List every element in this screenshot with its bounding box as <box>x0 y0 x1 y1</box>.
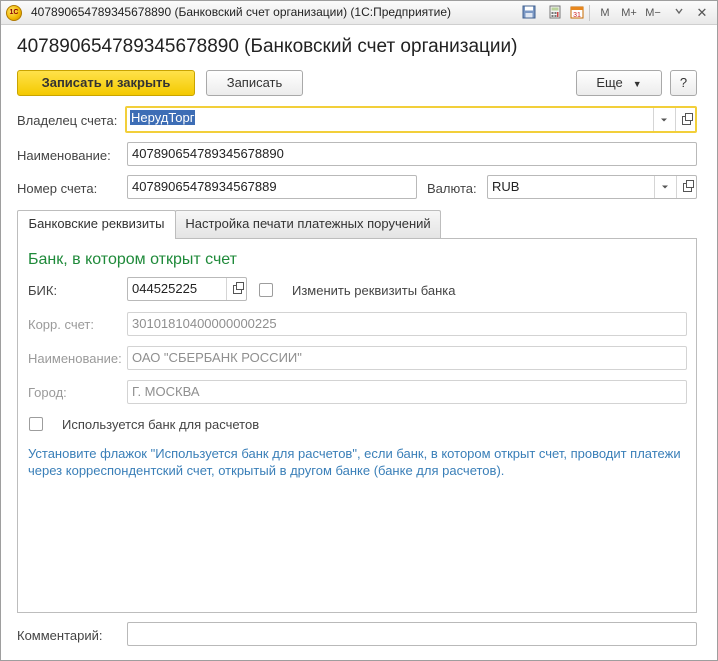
m-plus-icon[interactable]: M+ <box>619 5 639 21</box>
name-input[interactable]: 40789065478934567889­0 <box>127 142 697 166</box>
save-button[interactable]: Записать <box>206 70 303 96</box>
owner-value: НерудТорг <box>130 110 196 125</box>
open-icon <box>233 282 244 294</box>
window-title: 40789065478934567889­0 (Банковский счет … <box>31 5 452 19</box>
save-and-close-button[interactable]: Записать и закрыть <box>17 70 195 96</box>
triangle-down-icon: ▼ <box>632 78 642 89</box>
calendar-icon[interactable]: 31 <box>569 5 585 21</box>
toolbar-separator <box>589 5 590 21</box>
open-button[interactable] <box>675 108 695 131</box>
title-bar: 1С 40789065478934567889­0 (Банковский сч… <box>1 1 717 25</box>
corr-account-label: Корр. счет: <box>28 317 94 332</box>
help-button[interactable]: ? <box>670 70 697 96</box>
svg-text:31: 31 <box>573 12 581 19</box>
bik-value: 044525225 <box>132 281 198 296</box>
comment-input[interactable] <box>127 622 697 646</box>
change-bank-details-label: Изменить реквизиты банка <box>292 283 456 298</box>
owner-label: Владелец счета: <box>17 113 118 128</box>
m-minus-icon[interactable]: M− <box>643 5 663 21</box>
bik-label: БИК: <box>28 283 58 298</box>
change-bank-details-checkbox[interactable] <box>259 283 273 297</box>
currency-value: RUB <box>492 179 520 194</box>
city-input: Г. МОСКВА <box>127 380 687 404</box>
open-icon <box>682 113 693 125</box>
open-button[interactable] <box>226 278 246 300</box>
name-label: Наименование: <box>17 148 111 163</box>
open-icon <box>683 180 694 192</box>
settlement-bank-label: Используется банк для расчетов <box>62 417 260 432</box>
save-icon[interactable] <box>521 5 537 21</box>
hint-text: Установите флажок "Используется банк для… <box>28 446 681 478</box>
bank-name-input: ОАО "СБЕРБАНК РОССИИ" <box>127 346 687 370</box>
comment-label: Комментарий: <box>17 628 103 643</box>
owner-input[interactable]: НерудТорг <box>125 106 697 133</box>
dropdown-button[interactable] <box>654 176 674 198</box>
app-logo-icon: 1С <box>6 5 22 21</box>
account-number-label: Номер счета: <box>17 181 98 196</box>
corr-account-input: 30101810400000000225 <box>127 312 687 336</box>
currency-input[interactable]: RUB <box>487 175 697 199</box>
bank-name-label: Наименование: <box>28 351 122 366</box>
app-logo-text: 1С <box>9 9 19 16</box>
chevron-down-icon[interactable] <box>671 5 687 21</box>
more-button[interactable]: Еще ▼ <box>576 70 662 96</box>
close-icon[interactable]: ✕ <box>693 5 711 21</box>
open-button[interactable] <box>676 176 696 198</box>
more-button-label: Еще <box>596 75 623 90</box>
m-icon[interactable]: M <box>597 5 613 21</box>
tab-bank-details[interactable]: Банковские реквизиты <box>17 210 176 239</box>
account-number-input[interactable]: 40789065478934567889 <box>127 175 417 199</box>
calculator-icon[interactable] <box>547 5 563 21</box>
tab-print-settings[interactable]: Настройка печати платежных поручений <box>175 210 441 238</box>
section-title: Банк, в котором открыт счет <box>28 251 237 268</box>
application-window: 1С 40789065478934567889­0 (Банковский сч… <box>0 0 718 661</box>
settlement-bank-checkbox[interactable] <box>29 417 43 431</box>
dropdown-button[interactable] <box>653 108 673 131</box>
currency-label: Валюта: <box>427 181 477 196</box>
bik-input[interactable]: 044525225 <box>127 277 247 301</box>
city-label: Город: <box>28 385 67 400</box>
page-title: 40789065478934567889­0 (Банковский счет … <box>17 36 518 57</box>
